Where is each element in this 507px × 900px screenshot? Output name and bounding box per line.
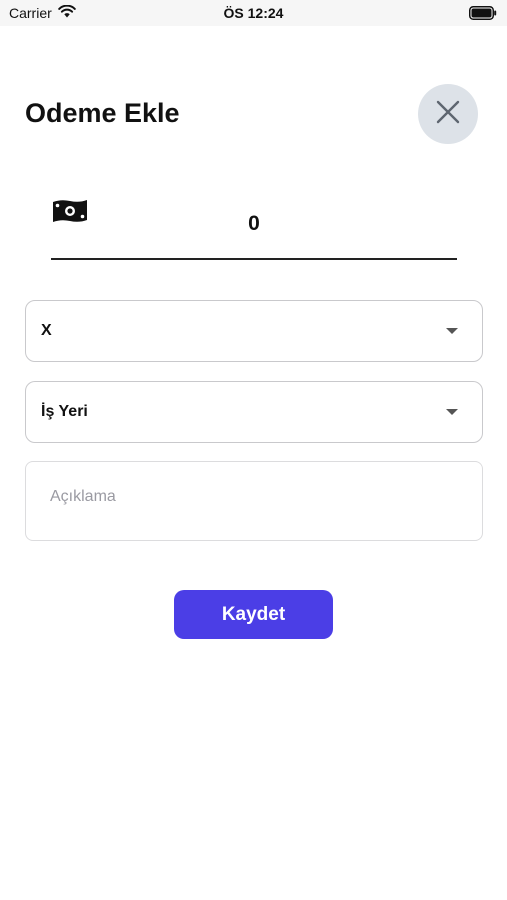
chevron-down-icon <box>446 328 458 334</box>
close-button[interactable] <box>418 84 478 144</box>
description-field[interactable]: Açıklama <box>25 461 483 541</box>
page-title: Odeme Ekle <box>25 98 180 128</box>
chevron-down-icon <box>446 409 458 415</box>
person-select[interactable]: X <box>25 300 483 362</box>
battery-icon <box>469 6 497 25</box>
person-select-value: X <box>41 322 52 339</box>
status-bar: Carrier ÖS 12:24 <box>0 0 507 26</box>
category-select[interactable]: İş Yeri <box>25 381 483 443</box>
amount-input[interactable]: 0 <box>52 212 456 236</box>
status-time: ÖS 12:24 <box>223 5 284 21</box>
add-payment-sheet: Odeme Ekle 0 X İş Yeri Açıklama Kaydet <box>0 26 507 900</box>
close-icon <box>436 100 460 129</box>
save-button[interactable]: Kaydet <box>174 590 333 639</box>
amount-underline <box>51 258 457 260</box>
description-placeholder: Açıklama <box>50 488 116 505</box>
category-select-value: İş Yeri <box>41 403 88 420</box>
